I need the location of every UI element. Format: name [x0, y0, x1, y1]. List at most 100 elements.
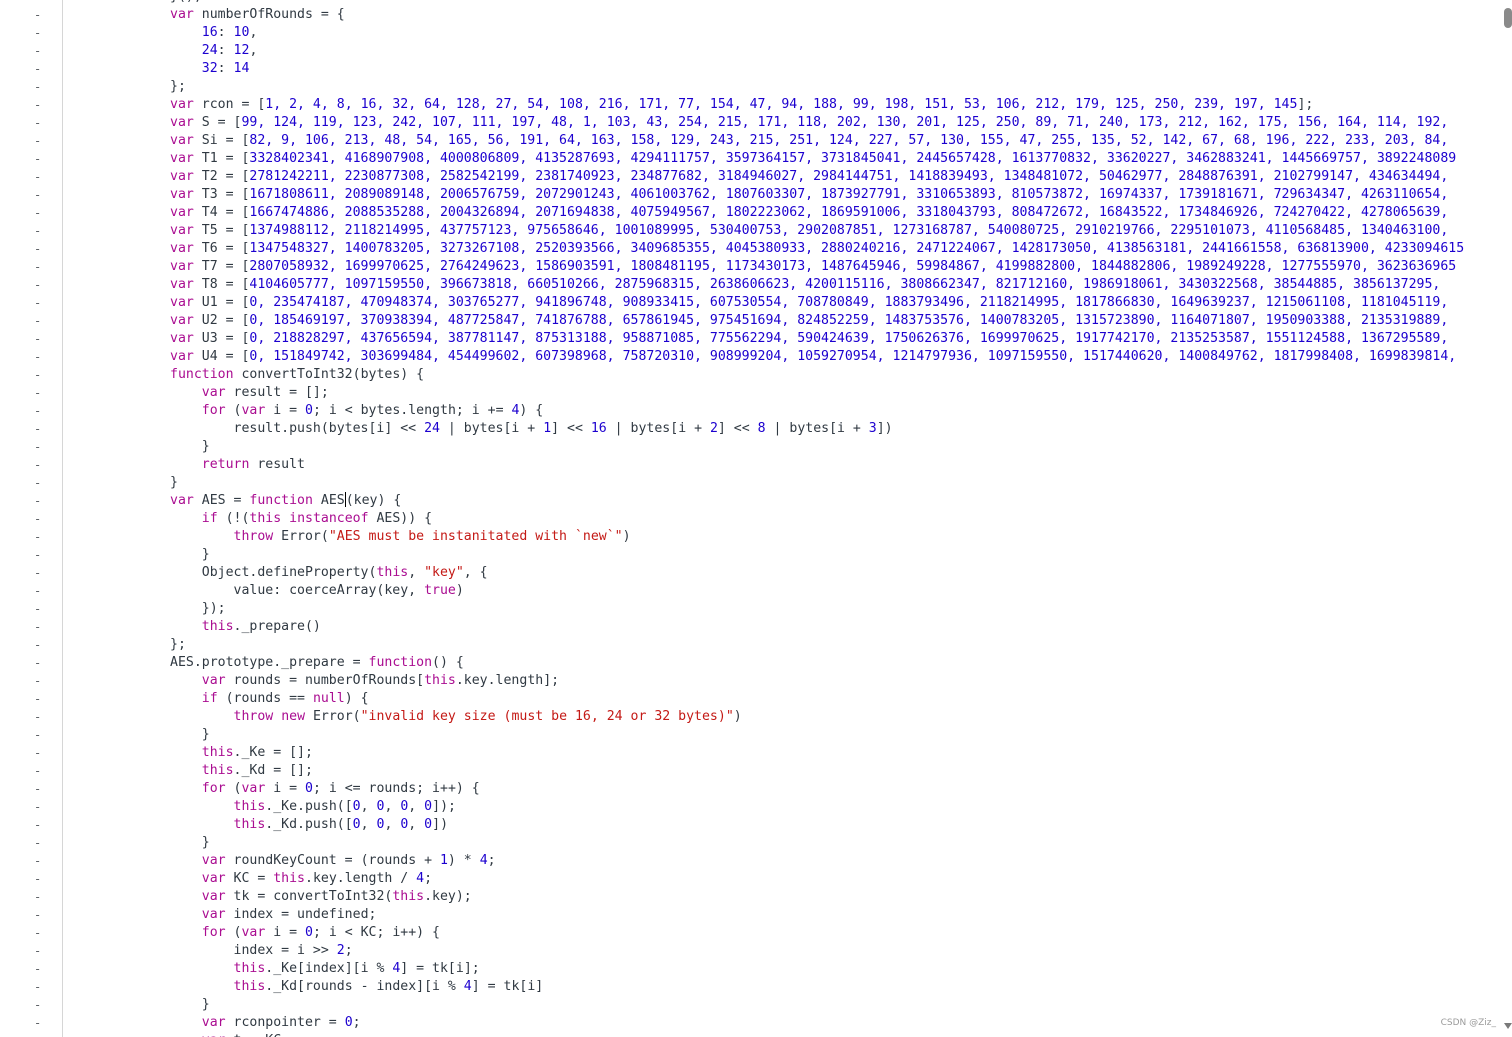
code-token: rounds = numberOfRounds[ — [225, 673, 425, 688]
code-line: value: coerceArray(key, true) — [170, 582, 1464, 600]
code-line: } — [170, 834, 1464, 852]
line-change-marker: - — [34, 404, 42, 418]
code-token: ) — [622, 529, 631, 544]
line-change-marker: - — [34, 152, 42, 166]
code-token: : — [217, 43, 234, 58]
code-token: ]) — [876, 421, 893, 436]
code-token: AES)) { — [368, 511, 433, 526]
line-change-marker: - — [34, 818, 42, 832]
line-change-marker: - — [34, 98, 42, 112]
code-token: var — [201, 871, 226, 886]
code-token: new — [281, 709, 306, 724]
code-token: if — [201, 511, 218, 526]
code-line: throw new Error("invalid key size (must … — [170, 708, 1464, 726]
code-token: 1671808611, 2089089148, 2006576759, 2072… — [249, 187, 1449, 202]
code-token: convertToInt32(bytes) { — [233, 367, 425, 382]
code-token: 16 — [201, 25, 218, 40]
code-content[interactable]: }();var numberOfRounds = { 16: 10, 24: 1… — [170, 0, 1464, 1037]
code-token: } — [170, 997, 210, 1012]
line-change-marker: - — [34, 728, 42, 742]
code-token: true — [424, 583, 456, 598]
code-line: if (rounds == null) { — [170, 690, 1464, 708]
line-change-marker: - — [34, 224, 42, 238]
scrollbar-thumb[interactable] — [1504, 8, 1512, 28]
vertical-scrollbar[interactable] — [1502, 0, 1512, 1037]
code-token: this — [233, 817, 266, 832]
code-token: 0, 235474187, 470948374, 303765277, 9418… — [249, 295, 1449, 310]
line-change-marker: - — [34, 962, 42, 976]
line-change-marker: - — [34, 854, 42, 868]
code-token: this — [201, 619, 234, 634]
line-change-marker: - — [34, 548, 42, 562]
code-token: ; — [424, 871, 433, 886]
code-token: this — [424, 673, 456, 688]
code-token: result = []; — [225, 385, 329, 400]
code-token: AES.prototype._prepare = — [170, 655, 369, 670]
line-change-marker: - — [34, 422, 42, 436]
code-token: var — [170, 295, 194, 310]
line-change-marker: - — [34, 494, 42, 508]
code-token: 4104605777, 1097159550, 396673818, 66051… — [249, 277, 1441, 292]
line-change-marker: - — [34, 746, 42, 760]
code-token: ) { — [344, 691, 369, 706]
code-line: this._Kd = []; — [170, 762, 1464, 780]
line-change-marker: - — [34, 782, 42, 796]
code-token: }; — [170, 79, 186, 94]
code-token: ; — [487, 853, 496, 868]
code-token: ._Kd[rounds - index][i % — [265, 979, 464, 994]
code-token: roundKeyCount = (rounds + — [225, 853, 440, 868]
line-change-marker: - — [34, 44, 42, 58]
code-token: rcon = [ — [193, 97, 266, 112]
code-line: var rconpointer = 0; — [170, 1014, 1464, 1032]
code-token: 1, 2, 4, 8, 16, 32, 64, 128, 27, 54, 108… — [265, 97, 1298, 112]
code-token: : — [217, 61, 234, 76]
code-line: result.push(bytes[i] << 24 | bytes[i + 1… — [170, 420, 1464, 438]
code-token: (key) { — [345, 493, 402, 508]
code-token: "invalid key size (must be 16, 24 or 32 … — [360, 709, 734, 724]
code-token: ; i < bytes.length; i += — [312, 403, 512, 418]
code-token: (!( — [217, 511, 250, 526]
code-token: var — [201, 385, 226, 400]
code-line: throw Error("AES must be instanitated wi… — [170, 528, 1464, 546]
code-token: 4 — [479, 853, 488, 868]
code-token: var — [170, 205, 194, 220]
code-line: var T5 = [1374988112, 2118214995, 437757… — [170, 222, 1464, 240]
code-token: rconpointer = — [225, 1015, 345, 1030]
code-token: var — [170, 349, 194, 364]
code-line: AES.prototype._prepare = function() { — [170, 654, 1464, 672]
line-change-marker: - — [34, 188, 42, 202]
code-token: 8 — [757, 421, 766, 436]
code-token: 0, 218828297, 437656594, 387781147, 8753… — [249, 331, 1449, 346]
code-token: } — [170, 835, 210, 850]
code-token: , — [408, 799, 425, 814]
code-token: 0, 151849742, 303699484, 454499602, 6073… — [249, 349, 1457, 364]
code-token: var — [170, 151, 194, 166]
scroll-down-arrow-icon[interactable] — [1504, 1023, 1512, 1029]
code-line: } — [170, 996, 1464, 1014]
code-token: , — [384, 817, 401, 832]
code-token: ; i <= rounds; i++) { — [312, 781, 480, 796]
code-token: var — [170, 313, 194, 328]
code-token: ] << — [717, 421, 758, 436]
code-token: 0 — [352, 799, 361, 814]
code-line: } — [170, 726, 1464, 744]
code-line: for (var i = 0; i < KC; i++) { — [170, 924, 1464, 942]
code-token: }(); — [170, 0, 202, 4]
line-change-marker: - — [34, 134, 42, 148]
code-token: ) * — [447, 853, 480, 868]
code-viewer[interactable]: - - - - - - - - - - - - - - - - - - - - - - - - - - - - - - - - - - - - - - - -… — [0, 0, 1512, 1037]
code-line: var Si = [82, 9, 106, 213, 48, 54, 165, … — [170, 132, 1464, 150]
code-token: 0 — [424, 799, 433, 814]
code-token: i = — [265, 403, 306, 418]
code-token: .key.length]; — [455, 673, 560, 688]
